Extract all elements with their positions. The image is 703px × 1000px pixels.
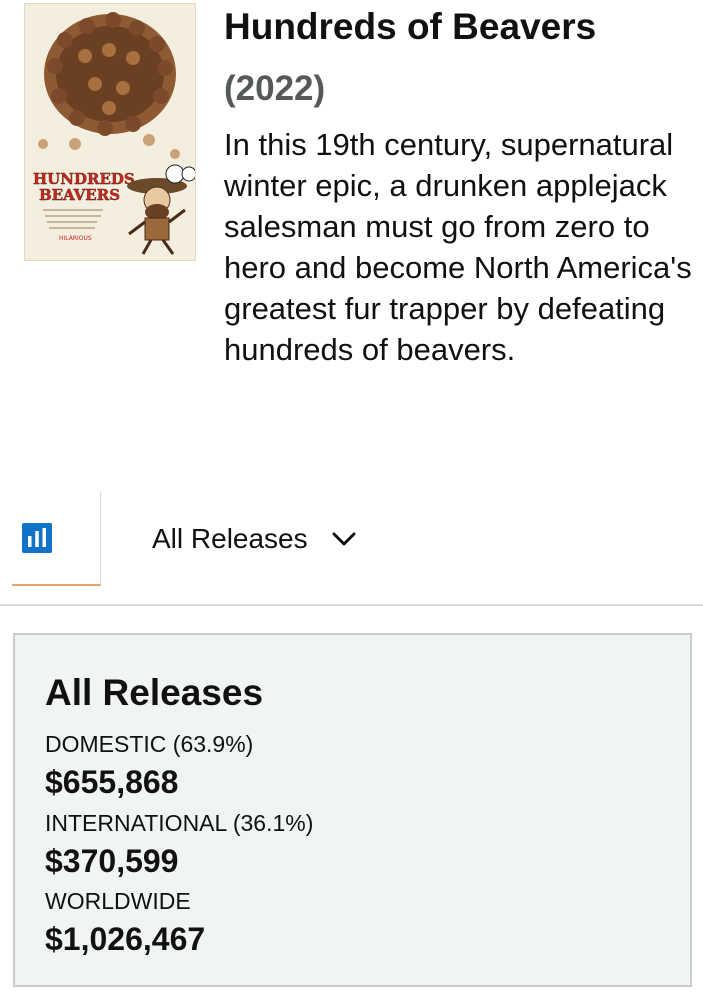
- international-gross: $370,599: [45, 843, 179, 879]
- domestic-gross: $655,868: [45, 764, 179, 800]
- poster-tagline: HILARIOUS: [59, 235, 92, 242]
- poster-title: HUNDREDS BEAVERS: [33, 170, 135, 204]
- international-label: INTERNATIONAL (36.1%): [45, 810, 314, 836]
- domestic-label: DOMESTIC (63.9%): [45, 731, 254, 757]
- movie-poster[interactable]: HUNDREDS BEAVERS HILARIOUS: [24, 3, 196, 261]
- worldwide-label: WORLDWIDE: [45, 888, 191, 914]
- svg-text:BEAVERS: BEAVERS: [39, 186, 120, 204]
- worldwide-gross: $1,026,467: [45, 921, 206, 957]
- movie-year: (2022): [224, 69, 326, 108]
- box-office-card: All Releases DOMESTIC (63.9%) $655,868 I…: [13, 633, 692, 987]
- movie-title: Hundreds of Beavers: [224, 6, 597, 47]
- chevron-down-icon: [332, 532, 356, 546]
- release-selector-label: All Releases: [152, 523, 308, 554]
- chart-tab[interactable]: [12, 492, 101, 586]
- bar-chart-icon: [22, 523, 52, 553]
- card-title: All Releases: [45, 672, 264, 713]
- poster-artwork: HUNDREDS BEAVERS HILARIOUS: [25, 4, 195, 260]
- release-tab-strip: All Releases: [0, 492, 703, 606]
- movie-summary: In this 19th century, supernatural winte…: [224, 127, 692, 367]
- release-selector[interactable]: All Releases: [152, 518, 356, 560]
